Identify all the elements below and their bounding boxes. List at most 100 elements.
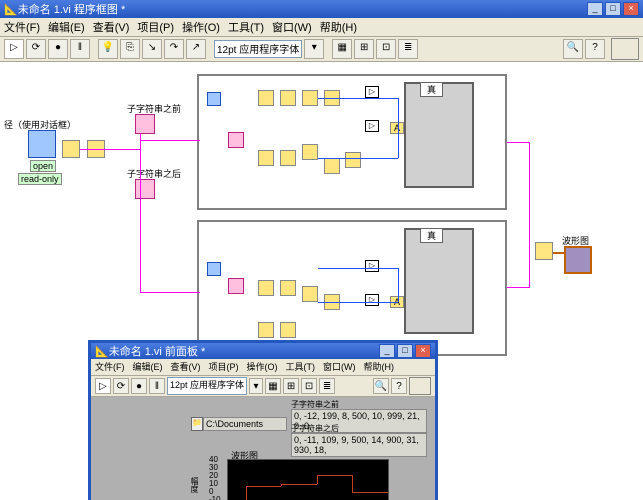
search-button[interactable]: 🔍 — [563, 39, 583, 59]
font-selector[interactable]: 12pt 应用程序字体 — [214, 40, 302, 58]
menu-view[interactable]: 查看(V) — [93, 19, 130, 35]
string-after-node[interactable] — [135, 179, 155, 199]
sub-pause-button[interactable]: ‖ — [149, 378, 165, 394]
a-node-1[interactable]: A — [390, 122, 404, 134]
highlight-button[interactable]: 💡 — [98, 39, 118, 59]
sub-vi-icon[interactable] — [409, 377, 431, 395]
help-button[interactable]: ? — [585, 39, 605, 59]
sub-run-continuous-button[interactable]: ⟳ — [113, 378, 129, 394]
sub-search-button[interactable]: 🔍 — [373, 378, 389, 394]
file-open-node[interactable] — [62, 140, 80, 158]
sub-resize-button[interactable]: ⊡ — [301, 378, 317, 394]
sub-font-selector[interactable]: 12pt 应用程序字体 — [167, 377, 247, 395]
sub-reorder-button[interactable]: ≣ — [319, 378, 335, 394]
retain-button[interactable]: ⎘ — [120, 39, 140, 59]
sub-menu-window[interactable]: 窗口(W) — [323, 360, 356, 374]
sub-titlebar[interactable]: 📐 未命名 1.vi 前面板 * _ □ × — [91, 343, 435, 359]
abort-button[interactable]: ● — [48, 39, 68, 59]
tunnel-node[interactable] — [207, 92, 221, 106]
menu-edit[interactable]: 编辑(E) — [48, 19, 85, 35]
compare-node-1[interactable]: ▷ — [365, 86, 379, 98]
labview-icon: 📐 — [95, 345, 109, 358]
close-button[interactable]: × — [623, 2, 639, 16]
step-over-button[interactable]: ↷ — [164, 39, 184, 59]
menu-help[interactable]: 帮助(H) — [320, 19, 357, 35]
fn-node-b1[interactable] — [258, 280, 274, 296]
reorder-button[interactable]: ≣ — [398, 39, 418, 59]
fn-node-3[interactable] — [302, 90, 318, 106]
readonly-constant[interactable]: read-only — [18, 173, 62, 185]
fn-node-b2[interactable] — [280, 280, 296, 296]
tunnel-node-b[interactable] — [207, 262, 221, 276]
fn-node-5[interactable] — [258, 150, 274, 166]
menu-tools[interactable]: 工具(T) — [228, 19, 264, 35]
sub-menu-tools[interactable]: 工具(T) — [286, 360, 316, 374]
string-node[interactable] — [228, 132, 244, 148]
sub-close-button[interactable]: × — [415, 344, 431, 358]
block-diagram-canvas[interactable]: 径（使用对话框） open read-only 子字符串之前 子字符串之后 真 … — [0, 62, 643, 500]
resize-button[interactable]: ⊡ — [376, 39, 396, 59]
menu-file[interactable]: 文件(F) — [4, 19, 40, 35]
pause-button[interactable]: ‖ — [70, 39, 90, 59]
fn-node-9[interactable] — [345, 152, 361, 168]
front-panel-window[interactable]: 📐 未命名 1.vi 前面板 * _ □ × 文件(F) 编辑(E) 查看(V)… — [88, 340, 438, 500]
wire — [507, 287, 529, 288]
path-control-node[interactable] — [28, 130, 56, 158]
distribute-button[interactable]: ⊞ — [354, 39, 374, 59]
open-constant[interactable]: open — [30, 160, 56, 172]
waveform-graph[interactable] — [227, 459, 389, 500]
sub-help-button[interactable]: ? — [391, 378, 407, 394]
fn-node-2[interactable] — [280, 90, 296, 106]
fn-node-8[interactable] — [324, 158, 340, 174]
path-value[interactable]: C:\Documents — [203, 417, 287, 431]
sub-menu-edit[interactable]: 编辑(E) — [133, 360, 163, 374]
sub-align-button[interactable]: ▦ — [265, 378, 281, 394]
sub-run-button[interactable]: ▷ — [95, 378, 111, 394]
string-node-b[interactable] — [228, 278, 244, 294]
case-structure-top[interactable]: 真 — [404, 82, 474, 188]
fn-node-1[interactable] — [258, 90, 274, 106]
sub-menu-operate[interactable]: 操作(O) — [247, 360, 278, 374]
case-selector-bottom[interactable]: 真 — [420, 228, 443, 243]
menu-project[interactable]: 项目(P) — [137, 19, 174, 35]
sub-maximize-button[interactable]: □ — [397, 344, 413, 358]
build-array-node[interactable] — [535, 242, 553, 260]
fn-node-b3[interactable] — [302, 286, 318, 302]
waveform-indicator-node[interactable] — [564, 246, 592, 274]
path-browse-button[interactable]: 📁 — [191, 417, 203, 431]
front-panel-canvas[interactable]: 子字符串之前 0, -12, 199, 8, 500, 10, 999, 21,… — [91, 397, 435, 500]
compare-node-b2[interactable]: ▷ — [365, 294, 379, 306]
fn-node-6[interactable] — [280, 150, 296, 166]
fn-node-7[interactable] — [302, 144, 318, 160]
minimize-button[interactable]: _ — [587, 2, 603, 16]
run-continuous-button[interactable]: ⟳ — [26, 39, 46, 59]
sub-menu-project[interactable]: 项目(P) — [209, 360, 239, 374]
fn-node-b5[interactable] — [258, 322, 274, 338]
case-structure-bottom[interactable]: 真 — [404, 228, 474, 334]
sub-minimize-button[interactable]: _ — [379, 344, 395, 358]
vi-icon[interactable] — [611, 38, 639, 60]
maximize-button[interactable]: □ — [605, 2, 621, 16]
run-button[interactable]: ▷ — [4, 39, 24, 59]
align-button[interactable]: ▦ — [332, 39, 352, 59]
wire — [398, 98, 399, 158]
step-into-button[interactable]: ↘ — [142, 39, 162, 59]
case-selector-top[interactable]: 真 — [420, 82, 443, 97]
wire — [140, 140, 200, 141]
sub-menu-file[interactable]: 文件(F) — [95, 360, 125, 374]
after-string-value[interactable]: 0, -11, 109, 9, 500, 14, 900, 31, 930, 1… — [291, 433, 427, 457]
font-dropdown-icon[interactable]: ▾ — [304, 39, 324, 59]
fn-node-b6[interactable] — [280, 322, 296, 338]
sub-menu-view[interactable]: 查看(V) — [171, 360, 201, 374]
sub-distribute-button[interactable]: ⊞ — [283, 378, 299, 394]
step-out-button[interactable]: ↗ — [186, 39, 206, 59]
compare-node-b1[interactable]: ▷ — [365, 260, 379, 272]
compare-node-2[interactable]: ▷ — [365, 120, 379, 132]
menu-operate[interactable]: 操作(O) — [182, 19, 220, 35]
labview-icon: 📐 — [4, 3, 18, 16]
string-before-node[interactable] — [135, 114, 155, 134]
sub-menu-help[interactable]: 帮助(H) — [364, 360, 395, 374]
sub-font-dropdown-icon[interactable]: ▾ — [249, 378, 263, 394]
menu-window[interactable]: 窗口(W) — [272, 19, 312, 35]
sub-abort-button[interactable]: ● — [131, 378, 147, 394]
